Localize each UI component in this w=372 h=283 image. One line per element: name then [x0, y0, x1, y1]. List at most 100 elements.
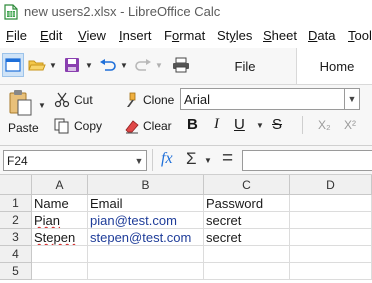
autosum-dropdown[interactable]: ▼ [204, 156, 212, 165]
column-header-d[interactable]: D [290, 175, 372, 195]
copy-icon [54, 118, 69, 134]
cut-button[interactable]: Cut [54, 91, 100, 109]
row-header-5[interactable]: 5 [0, 263, 32, 280]
cell-a4[interactable] [32, 246, 88, 263]
paste-button[interactable] [8, 89, 38, 119]
font-name-value: Arial [184, 92, 211, 107]
cell-a5[interactable] [32, 263, 88, 280]
underline-dropdown[interactable]: ▼ [256, 121, 264, 130]
formula-input[interactable] [242, 150, 372, 171]
menu-tools[interactable]: Tools [348, 28, 372, 43]
window-title: new users2.xlsx - LibreOffice Calc [24, 4, 221, 19]
menu-data[interactable]: Data [308, 28, 335, 43]
cell-c1[interactable]: Password [204, 195, 290, 212]
clone-formatting-button[interactable]: Clone [124, 91, 178, 109]
open-dropdown[interactable]: ▼ [48, 53, 58, 77]
open-button[interactable] [26, 53, 48, 77]
home-ribbon: ▼ Paste Cut Copy Clone Clear Arial ▼ B I… [0, 85, 372, 146]
undo-button[interactable] [98, 53, 118, 77]
clone-label: Clone [143, 93, 175, 107]
folder-open-icon [28, 60, 46, 71]
menu-sheet[interactable]: Sheet [263, 28, 297, 43]
row-header-2[interactable]: 2 [0, 212, 32, 229]
row-header-4[interactable]: 4 [0, 246, 32, 263]
autosum-button[interactable]: Σ [186, 149, 197, 169]
subscript-button[interactable]: X₂ [318, 118, 331, 132]
cell-a1[interactable]: Name [32, 195, 88, 212]
cell-a2[interactable]: Pian [32, 212, 88, 229]
menu-bar: File Edit View Insert Format Styles Shee… [0, 25, 372, 47]
cell-d1[interactable] [290, 195, 372, 212]
clear-formatting-button[interactable]: Clear [124, 117, 178, 135]
printer-icon [173, 57, 189, 73]
column-header-c[interactable]: C [204, 175, 290, 195]
cell-c5[interactable] [204, 263, 290, 280]
formula-button[interactable]: = [222, 148, 233, 170]
menu-view[interactable]: View [78, 28, 106, 43]
ribbon-separator [302, 116, 303, 134]
copy-label: Copy [74, 119, 103, 133]
italic-button[interactable]: I [214, 116, 219, 133]
separator [152, 149, 153, 171]
superscript-button[interactable]: X² [344, 118, 356, 132]
font-name-combobox[interactable]: Arial ▼ [180, 88, 360, 110]
paste-dropdown[interactable]: ▼ [38, 101, 46, 110]
formula-bar: F24 ▼ fx Σ ▼ = [0, 146, 372, 175]
name-box[interactable]: F24 ▼ [3, 150, 147, 171]
spreadsheet-grid: A B C D 1 2 3 4 5 Name Email Password Pi… [0, 175, 372, 283]
tab-file[interactable]: File [196, 48, 294, 84]
row-header-3[interactable]: 3 [0, 229, 32, 246]
cell-b3[interactable]: stepen@test.com [88, 229, 204, 246]
redo-dropdown[interactable]: ▼ [154, 53, 164, 77]
cell-d5[interactable] [290, 263, 372, 280]
cell-d2[interactable] [290, 212, 372, 229]
save-icon [65, 58, 79, 72]
bold-button[interactable]: B [187, 116, 198, 133]
paintbrush-icon [127, 92, 136, 107]
eraser-icon [125, 120, 139, 134]
menu-styles[interactable]: Styles [217, 28, 252, 43]
menu-edit[interactable]: Edit [40, 28, 62, 43]
cell-a3[interactable]: Stepen [32, 229, 88, 246]
cell-a2-text: Pian [34, 213, 61, 228]
cell-b1[interactable]: Email [88, 195, 204, 212]
new-document-button[interactable] [2, 53, 24, 77]
new-sidebar-icon [5, 58, 21, 72]
menu-format[interactable]: Format [164, 28, 205, 43]
cell-a3-text: Stepen [34, 230, 76, 245]
menu-insert[interactable]: Insert [119, 28, 152, 43]
redo-icon [135, 59, 151, 71]
cell-c3[interactable]: secret [204, 229, 290, 246]
cell-b5[interactable] [88, 263, 204, 280]
chevron-down-icon: ▼ [204, 156, 212, 165]
calc-app-icon [4, 4, 18, 20]
cell-c4[interactable] [204, 246, 290, 263]
copy-button[interactable]: Copy [54, 117, 104, 135]
column-header-b[interactable]: B [88, 175, 204, 195]
undo-dropdown[interactable]: ▼ [119, 53, 129, 77]
underline-button[interactable]: U [234, 116, 245, 133]
paste-label[interactable]: Paste [8, 121, 39, 135]
chevron-down-icon: ▼ [49, 60, 57, 70]
column-header-a[interactable]: A [32, 175, 88, 195]
cell-b2[interactable]: pian@test.com [88, 212, 204, 229]
cell-b4[interactable] [88, 246, 204, 263]
strikethrough-button[interactable]: S [272, 116, 282, 133]
cell-d3[interactable] [290, 229, 372, 246]
cell-c2[interactable]: secret [204, 212, 290, 229]
select-all-corner[interactable] [0, 175, 32, 195]
chevron-down-icon[interactable]: ▼ [344, 89, 359, 109]
cut-label: Cut [74, 93, 93, 107]
chevron-down-icon: ▼ [38, 101, 46, 110]
tab-home[interactable]: Home [296, 48, 372, 84]
row-header-1[interactable]: 1 [0, 195, 32, 212]
undo-icon [100, 59, 116, 71]
chevron-down-icon[interactable]: ▼ [132, 151, 146, 170]
save-dropdown[interactable]: ▼ [84, 53, 94, 77]
redo-button[interactable] [133, 53, 153, 77]
cell-d4[interactable] [290, 246, 372, 263]
function-wizard-button[interactable]: fx [161, 150, 173, 168]
print-button[interactable] [170, 53, 192, 77]
save-button[interactable] [62, 53, 82, 77]
menu-file[interactable]: File [6, 28, 27, 43]
